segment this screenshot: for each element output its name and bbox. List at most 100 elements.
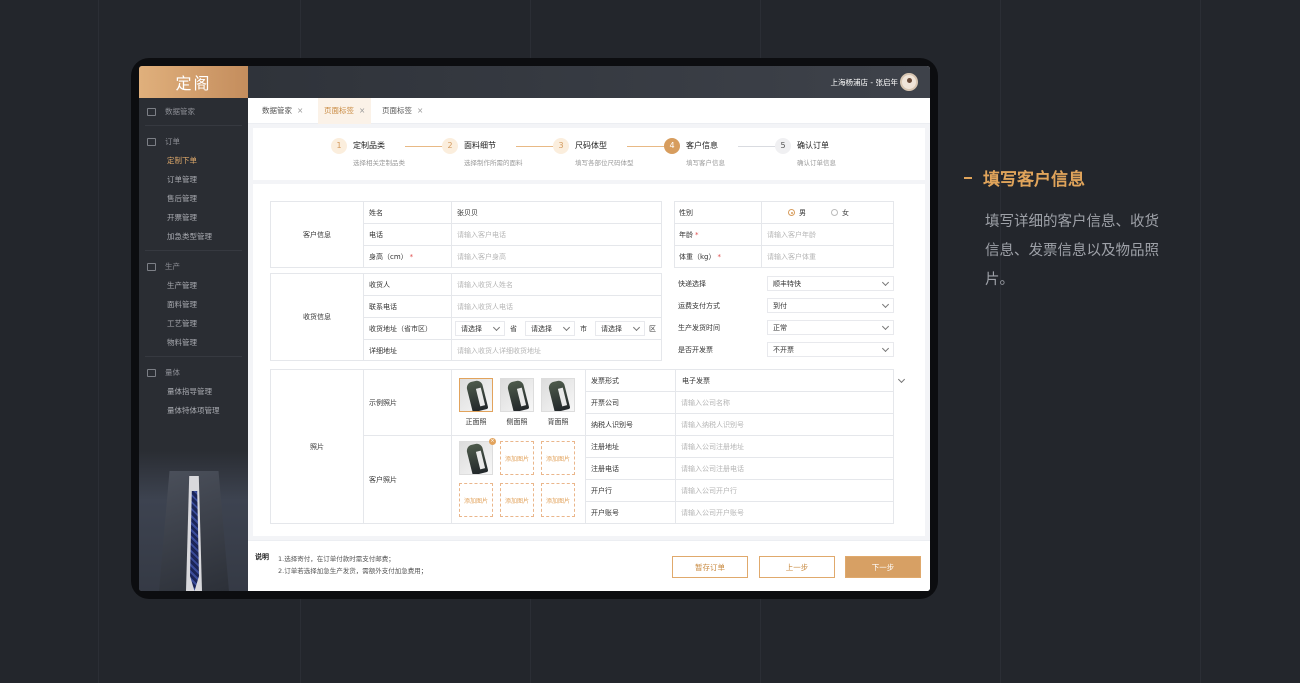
chevron-down-icon — [492, 323, 501, 331]
invoice-type-label: 发票形式 — [591, 376, 619, 385]
photo-section: 照片 示例照片 客户照片 正面照 侧面照 背面照 × 添加图片 添加图片 添加图… — [270, 369, 906, 524]
name-label: 姓名 — [369, 208, 383, 217]
close-icon[interactable]: × — [359, 106, 365, 115]
account-input[interactable]: 请输入公司开户账号 — [681, 502, 744, 523]
age-label: 年龄 * — [679, 230, 699, 239]
invoice-type-select[interactable]: 电子发票 — [677, 373, 909, 388]
ship-time-select[interactable]: 正常 — [767, 320, 894, 335]
bank-input[interactable]: 请输入公司开户行 — [681, 480, 737, 501]
caption-front: 正面照 — [465, 418, 487, 426]
sidebar-item-custom-order[interactable]: 定制下单 — [139, 151, 248, 170]
city-label: 市 — [580, 324, 587, 333]
delete-icon[interactable]: × — [489, 438, 496, 445]
sidebar-item-fabric[interactable]: 面料管理 — [139, 295, 248, 314]
chevron-down-icon — [881, 344, 890, 352]
sidebar-section-production[interactable]: 生产 — [139, 257, 248, 276]
receiver-input[interactable]: 请输入收货人姓名 — [457, 274, 513, 295]
sidebar-item-aftersale[interactable]: 售后管理 — [139, 189, 248, 208]
divider — [145, 356, 242, 357]
cube-icon — [147, 262, 156, 271]
order-icon — [147, 137, 156, 146]
form-panel: 客户信息 姓名 张贝贝 电话 请输入客户电话 身高（cm） * 请输入客户身高 性… — [253, 184, 925, 536]
add-photo-button[interactable]: 添加图片 — [500, 441, 534, 475]
chevron-down-icon — [881, 300, 890, 308]
reg-address-input[interactable]: 请输入公司注册地址 — [681, 436, 744, 457]
phone-label: 电话 — [369, 230, 383, 239]
sidebar-item-measure-guide[interactable]: 量体指导管理 — [139, 382, 248, 401]
customer-photo-1[interactable] — [459, 441, 493, 475]
contact-input[interactable]: 请输入收货人电话 — [457, 296, 513, 317]
feature-title: 填写客户信息 — [964, 165, 1085, 190]
sidebar-section-measure[interactable]: 量体 — [139, 363, 248, 382]
district-label: 区 — [649, 324, 656, 333]
sidebar-item-rush[interactable]: 加急类型管理 — [139, 227, 248, 246]
chevron-down-icon — [562, 323, 571, 331]
sample-photo-back[interactable] — [541, 378, 575, 412]
reg-phone-input[interactable]: 请输入公司注册电话 — [681, 458, 744, 479]
company-input[interactable]: 请输入公司名称 — [681, 392, 730, 413]
sidebar-item-material[interactable]: 物料管理 — [139, 333, 248, 352]
account-label: 开户账号 — [591, 508, 619, 517]
sidebar: 定阁 数据管家 订单 定制下单 订单管理 售后管理 开票管理 加急类型管理 生产… — [139, 66, 248, 591]
add-photo-button[interactable]: 添加图片 — [541, 441, 575, 475]
add-photo-button[interactable]: 添加图片 — [459, 483, 493, 517]
customer-section-right: 性别 男 女 年龄 * 请输入客户年龄 体重（kg） * 请输入客户体重 — [674, 201, 894, 268]
name-input[interactable]: 张贝贝 — [457, 202, 478, 223]
sidebar-item-order-manage[interactable]: 订单管理 — [139, 170, 248, 189]
customer-photo-label: 客户照片 — [369, 475, 397, 484]
freight-pay-select[interactable]: 到付 — [767, 298, 894, 313]
sidebar-section-order[interactable]: 订单 — [139, 132, 248, 151]
invoice-need-label: 是否开发票 — [678, 345, 713, 354]
close-icon[interactable]: × — [417, 106, 423, 115]
sidebar-item-craft[interactable]: 工艺管理 — [139, 314, 248, 333]
district-select[interactable]: 请选择 — [595, 321, 645, 336]
avatar[interactable] — [900, 73, 918, 91]
sidebar-item-measure-special[interactable]: 量体特体项管理 — [139, 401, 248, 420]
notes-title: 说明 — [255, 553, 269, 561]
express-select[interactable]: 顺丰特快 — [767, 276, 894, 291]
tax-id-input[interactable]: 请输入纳税人识别号 — [681, 414, 744, 435]
invoice-need-select[interactable]: 不开票 — [767, 342, 894, 357]
ship-time-label: 生产发货时间 — [678, 323, 720, 332]
age-input[interactable]: 请输入客户年龄 — [767, 224, 816, 245]
sidebar-item-production[interactable]: 生产管理 — [139, 276, 248, 295]
close-icon[interactable]: × — [297, 106, 303, 115]
express-label: 快递选择 — [678, 279, 706, 288]
top-bar: 上海杨浦店 - 张启年 — [248, 66, 930, 98]
detail-address-input[interactable]: 请输入收货人详细收货地址 — [457, 340, 541, 361]
divider — [145, 125, 242, 126]
tape-icon — [147, 368, 156, 377]
receiver-label: 收货人 — [369, 280, 390, 289]
step-progress: 1 定制品类 选择相关定制品类 2 面料细节 选择制作所需的面料 3 尺码体型 填写各部位尺… — [253, 128, 925, 180]
reg-phone-label: 注册电话 — [591, 464, 619, 473]
prev-step-button[interactable]: 上一步 — [759, 556, 835, 578]
height-input[interactable]: 请输入客户身高 — [457, 246, 506, 267]
sample-photo-front[interactable] — [459, 378, 493, 412]
next-step-button[interactable]: 下一步 — [845, 556, 921, 578]
gender-male-radio[interactable]: 男 — [788, 202, 806, 223]
sidebar-item-invoice[interactable]: 开票管理 — [139, 208, 248, 227]
province-label: 省 — [510, 324, 517, 333]
tab-bar: 数据管家 × 页面标签 × 页面标签 × — [248, 98, 930, 124]
gender-female-radio[interactable]: 女 — [831, 202, 849, 223]
main-content: 1 定制品类 选择相关定制品类 2 面料细节 选择制作所需的面料 3 尺码体型 填写各部位尺… — [248, 124, 930, 591]
city-select[interactable]: 请选择 — [525, 321, 575, 336]
chevron-down-icon — [897, 375, 906, 383]
add-photo-button[interactable]: 添加图片 — [541, 483, 575, 517]
caption-side: 侧面照 — [506, 418, 528, 426]
note-2: 2.订单若选择加急生产发货，需额外支付加急费用； — [278, 567, 428, 575]
note-1: 1.选择寄付，在订单付款时需支付邮费； — [278, 555, 395, 563]
tab-page-label-active[interactable]: 页面标签 × — [318, 98, 372, 124]
tab-dashboard[interactable]: 数据管家 × — [256, 98, 309, 124]
save-draft-button[interactable]: 暂存订单 — [672, 556, 748, 578]
section-label: 收货信息 — [303, 313, 331, 321]
chevron-down-icon — [881, 322, 890, 330]
add-photo-button[interactable]: 添加图片 — [500, 483, 534, 517]
sidebar-item-dashboard[interactable]: 数据管家 — [139, 102, 248, 121]
province-select[interactable]: 请选择 — [455, 321, 505, 336]
weight-input[interactable]: 请输入客户体重 — [767, 246, 816, 267]
phone-input[interactable]: 请输入客户电话 — [457, 224, 506, 245]
tab-page-label[interactable]: 页面标签 × — [376, 98, 429, 124]
sample-photo-side[interactable] — [500, 378, 534, 412]
tax-id-label: 纳税人识别号 — [591, 420, 633, 429]
